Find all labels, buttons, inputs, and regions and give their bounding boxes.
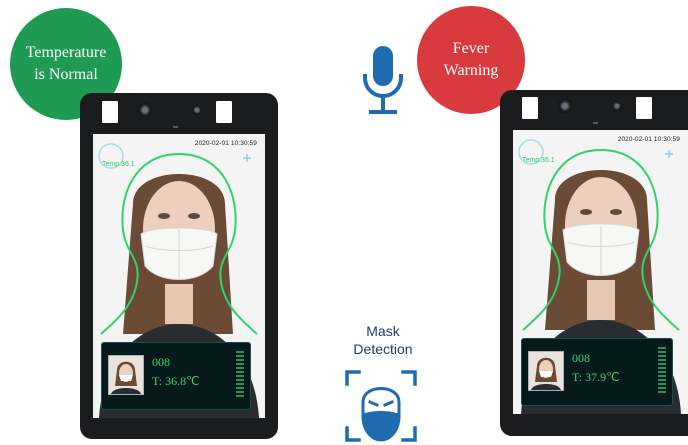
recognition-panel: 008 T: 37.9℃: [521, 338, 673, 406]
mask-detection-label: Mask Detection: [338, 322, 428, 358]
person-thumbnail: [108, 355, 144, 395]
sensor-window: [216, 101, 232, 123]
mask-face-scan-icon: [345, 370, 417, 442]
recognition-panel: 008 T: 36.8℃: [101, 342, 251, 410]
signal-bars: [236, 351, 244, 397]
microphone-icon: [363, 46, 403, 114]
camera-lens: [138, 103, 152, 117]
camera-lens: [558, 99, 572, 113]
person-thumbnail: [528, 351, 564, 391]
timestamp: 2020-02-01 10:30:59: [194, 140, 257, 147]
tablet-device-normal: 2020-02-01 10:30:59 Temp:36.1 008 T: 36.…: [80, 93, 278, 439]
tablet-device-fever: 2020-02-01 10:30:59 Temp:36.1 008 T: 37.…: [500, 90, 688, 436]
temp-overlay: Temp:36.1: [522, 157, 555, 164]
badge-fever-line2: Warning: [443, 62, 499, 79]
sensor-window: [636, 97, 652, 119]
ir-sensor: [612, 101, 622, 111]
person-id: 008: [572, 351, 590, 365]
signal-bars: [658, 347, 666, 393]
indicator-led: [593, 122, 598, 124]
person-id: 008: [152, 355, 170, 369]
badge-fever-line1: Fever: [452, 40, 490, 57]
temp-overlay: Temp:36.1: [102, 161, 135, 168]
badge-normal-line1: Temperature: [25, 44, 107, 61]
body-temperature: T: 36.8℃: [152, 374, 200, 388]
ir-sensor: [192, 105, 202, 115]
mask-detection-line1: Mask: [366, 323, 400, 339]
device-screen: 2020-02-01 10:30:59 Temp:36.1 008 T: 37.…: [513, 130, 688, 414]
body-temperature: T: 37.9℃: [572, 370, 620, 384]
sensor-window: [522, 97, 538, 119]
device-screen: 2020-02-01 10:30:59 Temp:36.1 008 T: 36.…: [93, 134, 265, 418]
indicator-led: [173, 126, 178, 128]
badge-normal-line2: is Normal: [34, 66, 98, 83]
timestamp: 2020-02-01 10:30:59: [617, 136, 680, 143]
mask-detection-line2: Detection: [353, 341, 413, 357]
sensor-window: [102, 101, 118, 123]
